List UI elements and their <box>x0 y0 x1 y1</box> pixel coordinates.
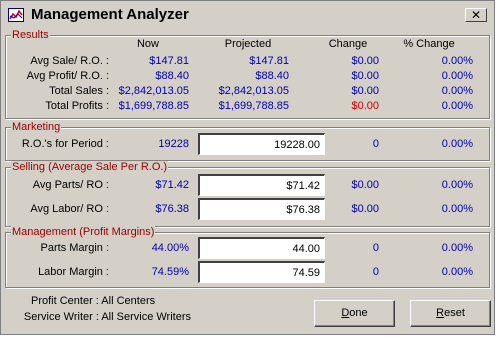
total-profits-change: $0.00 <box>351 100 379 112</box>
title-bar[interactable]: Management Analyzer ✕ <box>2 2 493 28</box>
ro-period-pct: 0.00% <box>441 138 473 150</box>
avg-profit-label: Avg Profit/ R.O. : <box>26 70 109 82</box>
total-sales-change: $0.00 <box>351 85 379 97</box>
profit-center-text: Profit Center : All Centers <box>31 295 156 307</box>
labor-margin-label: Labor Margin : <box>38 266 109 278</box>
total-profits-projected: $1,699,788.85 <box>218 100 289 112</box>
ro-period-input[interactable] <box>198 133 325 155</box>
ro-period-change: 0 <box>372 138 379 150</box>
total-sales-pct: 0.00% <box>441 85 473 97</box>
window-title: Management Analyzer <box>31 6 189 23</box>
avg-sale-projected: $147.81 <box>249 55 289 67</box>
results-group: Results Now Projected Change % Change Av… <box>5 29 490 119</box>
avg-profit-now: $88.40 <box>155 70 189 82</box>
ro-period-label: R.O.'s for Period : <box>21 138 109 150</box>
management-group: Management (Profit Margins) Parts Margin… <box>5 226 490 288</box>
labor-margin-now: 74.59% <box>151 266 189 278</box>
total-profits-now: $1,699,788.85 <box>118 100 189 112</box>
parts-margin-now: 44.00% <box>151 242 189 254</box>
management-legend: Management (Profit Margins) <box>11 226 156 239</box>
close-icon: ✕ <box>470 8 482 22</box>
chart-icon <box>8 8 24 22</box>
avg-sale-now: $147.81 <box>149 55 189 67</box>
avg-parts-label: Avg Parts/ RO : <box>32 179 109 191</box>
avg-profit-projected: $88.40 <box>255 70 289 82</box>
header-now: Now <box>136 38 159 50</box>
labor-margin-pct: 0.00% <box>441 266 473 278</box>
total-profits-label: Total Profits : <box>45 100 109 112</box>
ro-period-now: 19228 <box>158 138 189 150</box>
total-sales-label: Total Sales : <box>49 85 109 97</box>
parts-margin-change: 0 <box>372 242 379 254</box>
service-writer-text: Service Writer : All Service Writers <box>23 311 191 323</box>
reset-button[interactable]: Reset <box>410 300 491 327</box>
avg-labor-input[interactable] <box>198 198 325 220</box>
reset-label: eset <box>444 307 465 319</box>
done-label: one <box>349 307 368 319</box>
management-analyzer-window: Management Analyzer ✕ Results Now Projec… <box>0 0 495 335</box>
marketing-legend: Marketing <box>11 121 62 134</box>
selling-legend: Selling (Average Sale Per R.O.) <box>11 161 169 174</box>
avg-parts-input[interactable] <box>198 174 325 196</box>
avg-parts-pct: 0.00% <box>441 179 473 191</box>
avg-sale-change: $0.00 <box>351 55 379 67</box>
avg-labor-change: $0.00 <box>351 203 379 215</box>
labor-margin-change: 0 <box>372 266 379 278</box>
avg-labor-label: Avg Labor/ RO : <box>30 203 109 215</box>
total-profits-pct: 0.00% <box>441 100 473 112</box>
results-legend: Results <box>11 29 50 42</box>
avg-labor-pct: 0.00% <box>441 203 473 215</box>
done-button[interactable]: Done <box>314 300 395 327</box>
total-sales-now: $2,842,013.05 <box>118 85 189 97</box>
avg-parts-now: $71.42 <box>155 179 189 191</box>
avg-profit-change: $0.00 <box>351 70 379 82</box>
avg-sale-label: Avg Sale/ R.O. : <box>30 55 109 67</box>
header-pct-change: % Change <box>403 38 455 50</box>
parts-margin-pct: 0.00% <box>441 242 473 254</box>
avg-labor-now: $76.38 <box>155 203 189 215</box>
avg-sale-pct: 0.00% <box>441 55 473 67</box>
selling-group: Selling (Average Sale Per R.O.) Avg Part… <box>5 161 490 227</box>
header-projected: Projected <box>224 38 272 50</box>
total-sales-projected: $2,842,013.05 <box>218 85 289 97</box>
labor-margin-input[interactable] <box>198 261 325 283</box>
parts-margin-input[interactable] <box>198 237 325 259</box>
avg-parts-change: $0.00 <box>351 179 379 191</box>
marketing-group: Marketing R.O.'s for Period : 19228 0 0.… <box>5 121 490 161</box>
header-change: Change <box>328 38 368 50</box>
avg-profit-pct: 0.00% <box>441 70 473 82</box>
parts-margin-label: Parts Margin : <box>40 242 109 254</box>
reset-accel: R <box>436 307 445 319</box>
close-button[interactable]: ✕ <box>465 8 487 22</box>
